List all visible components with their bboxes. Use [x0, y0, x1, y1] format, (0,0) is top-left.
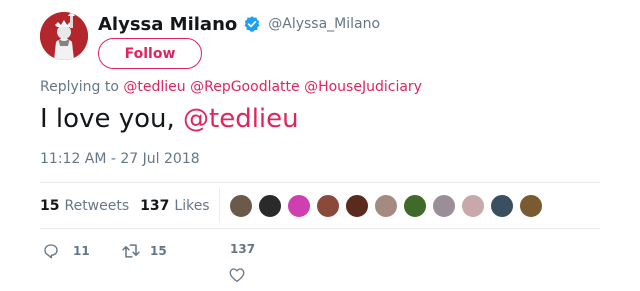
- liker-avatar[interactable]: [287, 194, 311, 218]
- tweet-timestamp[interactable]: 11:12 AM - 27 Jul 2018: [40, 151, 200, 167]
- display-name[interactable]: Alyssa Milano: [98, 14, 237, 35]
- retweets-count[interactable]: 15: [40, 198, 59, 214]
- like-count: 137: [230, 242, 256, 256]
- heart-icon: [229, 268, 245, 283]
- like-action[interactable]: [228, 266, 246, 284]
- statue-of-liberty-avatar-icon: [40, 12, 88, 60]
- liker-avatar[interactable]: [316, 194, 340, 218]
- retweet-icon: [122, 244, 140, 258]
- liker-avatar[interactable]: [432, 194, 456, 218]
- likes-label[interactable]: Likes: [174, 198, 209, 214]
- likes-count[interactable]: 137: [140, 198, 169, 214]
- divider: [40, 182, 600, 183]
- liker-avatars: [229, 194, 548, 218]
- replying-to: Replying to @tedlieu @RepGoodlatte @Hous…: [40, 79, 422, 95]
- tweet-stats: 15 Retweets 137 Likes: [40, 196, 210, 216]
- replying-prefix: Replying to: [40, 79, 119, 95]
- liker-avatar[interactable]: [258, 194, 282, 218]
- liker-avatar[interactable]: [461, 194, 485, 218]
- liker-avatar[interactable]: [519, 194, 543, 218]
- liker-avatar[interactable]: [229, 194, 253, 218]
- liker-avatar[interactable]: [345, 194, 369, 218]
- author-handle[interactable]: @Alyssa_Milano: [268, 16, 380, 32]
- retweet-count: 15: [150, 244, 167, 258]
- reply-mention-link[interactable]: @RepGoodlatte: [190, 79, 300, 95]
- stats-separator: [219, 188, 220, 222]
- divider: [40, 228, 600, 229]
- reply-count: 11: [73, 244, 90, 258]
- author-name-row: Alyssa Milano @Alyssa_Milano: [98, 12, 380, 36]
- retweet-action[interactable]: 15: [121, 242, 167, 260]
- liker-avatar[interactable]: [374, 194, 398, 218]
- retweets-label[interactable]: Retweets: [64, 198, 129, 214]
- like-count-action[interactable]: 137: [230, 242, 255, 256]
- tweet-text: I love you, @tedlieu: [40, 104, 299, 134]
- reply-mention-link[interactable]: @tedlieu: [123, 79, 185, 95]
- liker-avatar[interactable]: [490, 194, 514, 218]
- avatar[interactable]: [40, 12, 88, 60]
- follow-button[interactable]: Follow: [98, 38, 202, 69]
- tweet-text-body: I love you,: [40, 104, 184, 134]
- verified-badge-icon: [243, 15, 261, 33]
- liker-avatar[interactable]: [403, 194, 427, 218]
- reply-icon: [44, 244, 58, 259]
- tweet-mention-link[interactable]: @tedlieu: [183, 104, 299, 134]
- reply-action[interactable]: 11: [42, 242, 90, 260]
- reply-mention-link[interactable]: @HouseJudiciary: [304, 79, 422, 95]
